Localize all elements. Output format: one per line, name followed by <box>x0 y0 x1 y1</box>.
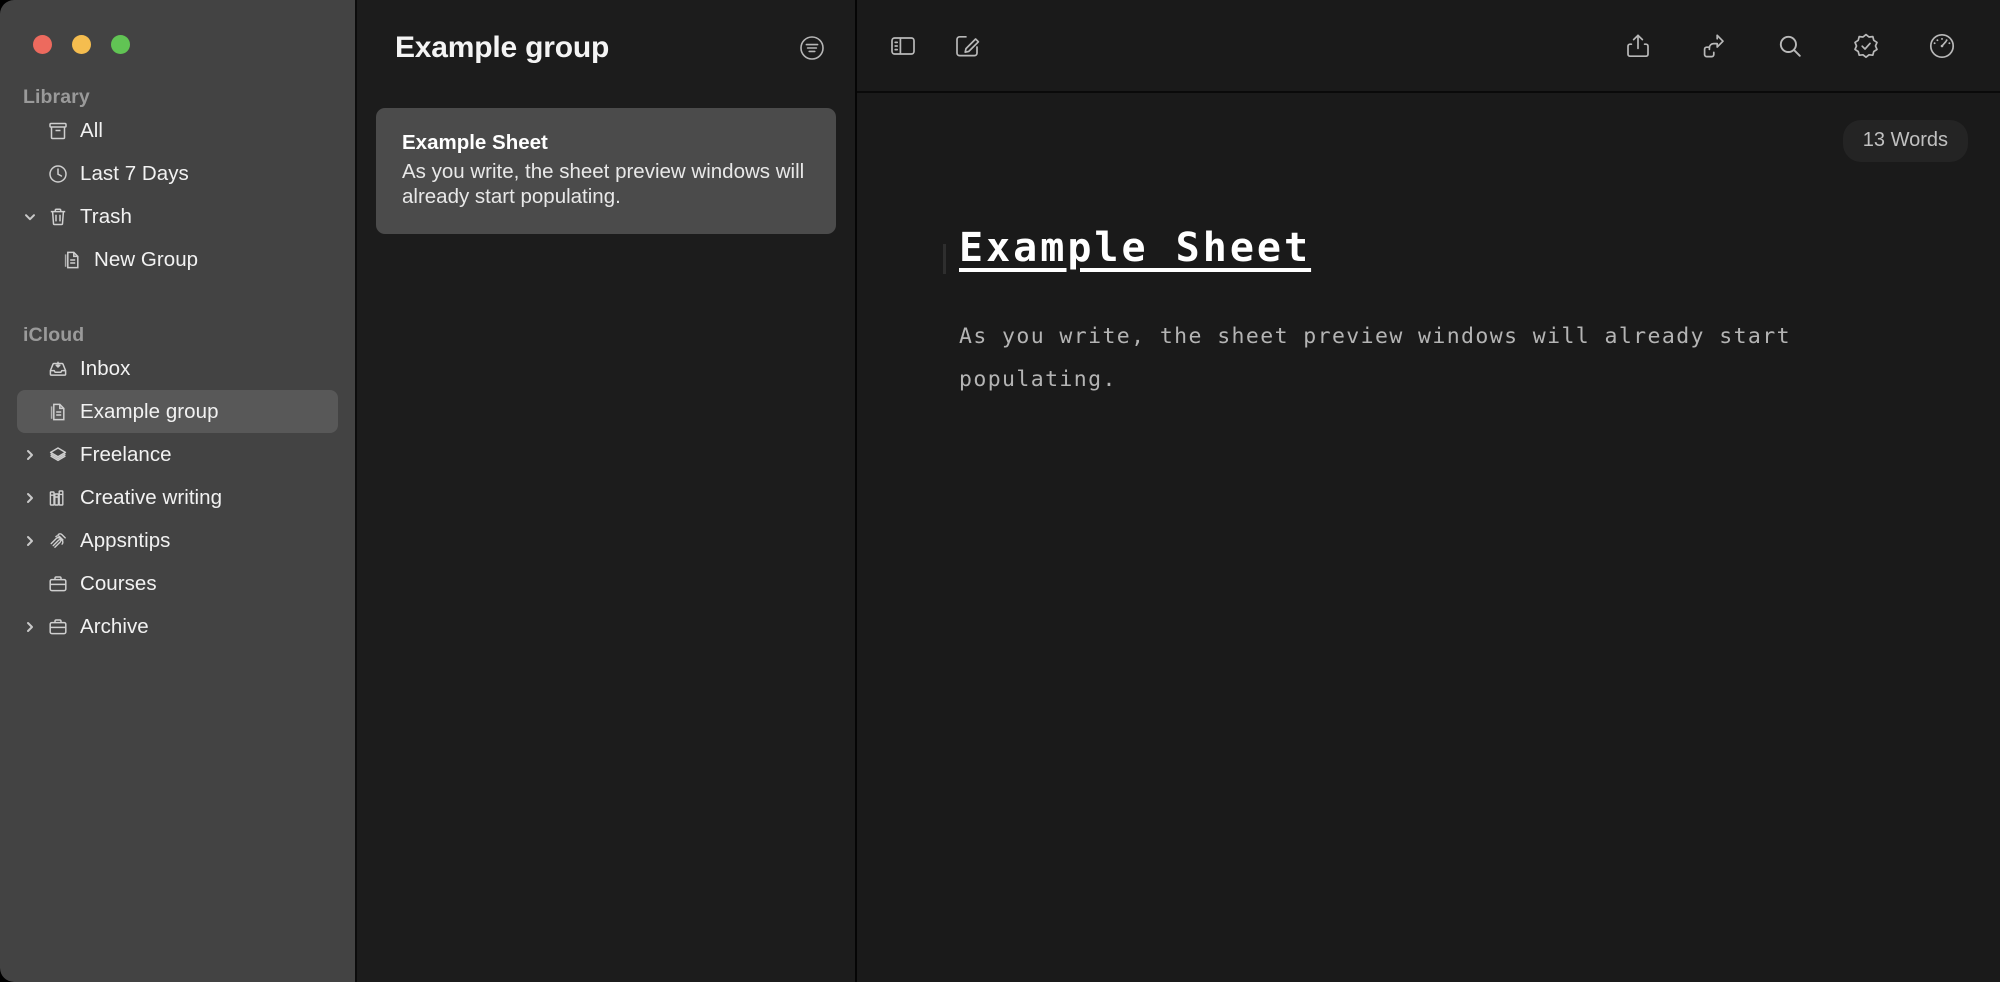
sort-filter-icon[interactable] <box>795 31 829 65</box>
ribbon-icon <box>43 530 73 552</box>
sidebar-item-label: Inbox <box>80 356 131 380</box>
sidebar-item-inbox[interactable]: Inbox <box>17 347 338 390</box>
disclosure-placeholder-icon <box>17 362 43 375</box>
sidebar-item-archive[interactable]: Archive <box>17 605 338 648</box>
publish-icon[interactable] <box>1696 28 1732 64</box>
chevron-right-icon[interactable] <box>17 448 43 462</box>
briefcase-icon <box>43 616 73 638</box>
disclosure-placeholder-icon <box>17 124 43 137</box>
editor-toolbar <box>857 0 2000 93</box>
traffic-lights <box>0 0 355 54</box>
clock-icon <box>43 163 73 185</box>
editor-body[interactable]: 13 Words Example Sheet As you write, the… <box>857 93 2000 982</box>
sidebar-item-label: Example group <box>80 399 219 423</box>
chevron-down-icon[interactable] <box>17 210 43 224</box>
chevron-right-icon[interactable] <box>17 534 43 548</box>
trash-icon <box>43 206 73 228</box>
disclosure-placeholder-icon <box>17 577 43 590</box>
sidebar-item-all[interactable]: All <box>17 109 338 152</box>
sidebar-item-trash[interactable]: Trash <box>17 195 338 238</box>
sidebar-section-label-icloud: iCloud <box>23 324 85 346</box>
document-heading: Example Sheet <box>959 225 1312 271</box>
app-window: Library All Last 7 Days Trash New Group … <box>0 0 2000 982</box>
editor-column: 13 Words Example Sheet As you write, the… <box>857 0 2000 982</box>
chevron-right-icon[interactable] <box>17 620 43 634</box>
sidebar-item-example-group[interactable]: Example group <box>17 390 338 433</box>
inbox-icon <box>43 358 73 380</box>
disclosure-placeholder-icon <box>17 167 43 180</box>
toolbar-left-group <box>885 28 985 64</box>
sidebar-item-creative-writing[interactable]: Creative writing <box>17 476 338 519</box>
zoom-button[interactable] <box>111 34 130 54</box>
toggle-sidebar-icon[interactable] <box>885 28 921 64</box>
sheet-list-column: Example group Example Sheet As you write… <box>355 0 857 982</box>
sidebar-item-label: Appsntips <box>80 528 171 552</box>
sidebar-item-courses[interactable]: Courses <box>17 562 338 605</box>
sidebar-item-label: New Group <box>94 247 199 271</box>
word-count-badge[interactable]: 13 Words <box>1842 120 1968 162</box>
sidebar-item-freelance[interactable]: Freelance <box>17 433 338 476</box>
document-icon <box>57 249 87 271</box>
layers-icon <box>43 444 73 466</box>
group-title: Example group <box>395 31 610 64</box>
sidebar: Library All Last 7 Days Trash New Group … <box>0 0 355 982</box>
sidebar-item-label: Last 7 Days <box>80 161 189 185</box>
briefcase-icon <box>43 573 73 595</box>
sheet-title: Example Sheet <box>402 131 548 154</box>
sidebar-item-label: Courses <box>80 571 157 595</box>
gauge-icon[interactable] <box>1924 28 1960 64</box>
sidebar-item-last-7-days[interactable]: Last 7 Days <box>17 152 338 195</box>
sidebar-item-label: Archive <box>80 614 149 638</box>
minimize-button[interactable] <box>72 34 91 54</box>
sidebar-section-icloud: Inbox Example group Freelance Creative w… <box>0 347 355 648</box>
chevron-right-icon[interactable] <box>17 491 43 505</box>
books-icon <box>43 487 73 509</box>
checkmark-seal-icon[interactable] <box>1848 28 1884 64</box>
sidebar-item-label: Creative writing <box>80 485 223 509</box>
document-content[interactable]: Example Sheet As you write, the sheet pr… <box>943 224 1829 401</box>
document-paragraph: As you write, the sheet preview windows … <box>959 324 1791 392</box>
search-icon[interactable] <box>1772 28 1808 64</box>
sheet-list-header: Example group <box>357 0 855 96</box>
close-button[interactable] <box>33 34 52 54</box>
disclosure-placeholder-icon <box>17 405 43 418</box>
sidebar-item-appsntips[interactable]: Appsntips <box>17 519 338 562</box>
sidebar-item-label: Trash <box>80 204 132 228</box>
sidebar-section-library: All Last 7 Days Trash New Group <box>0 109 355 281</box>
sidebar-item-new-group[interactable]: New Group <box>17 238 338 281</box>
toolbar-right-group <box>1620 28 1960 64</box>
new-sheet-icon[interactable] <box>949 28 985 64</box>
archive-box-icon <box>43 120 73 142</box>
sidebar-section-label-library: Library <box>23 86 90 108</box>
document-icon <box>43 401 73 423</box>
text-caret <box>943 244 946 274</box>
sidebar-item-label: Freelance <box>80 442 172 466</box>
sidebar-item-label: All <box>80 118 103 142</box>
sheet-card[interactable]: Example Sheet As you write, the sheet pr… <box>376 108 836 235</box>
sheet-preview: As you write, the sheet preview windows … <box>402 159 805 209</box>
share-icon[interactable] <box>1620 28 1656 64</box>
